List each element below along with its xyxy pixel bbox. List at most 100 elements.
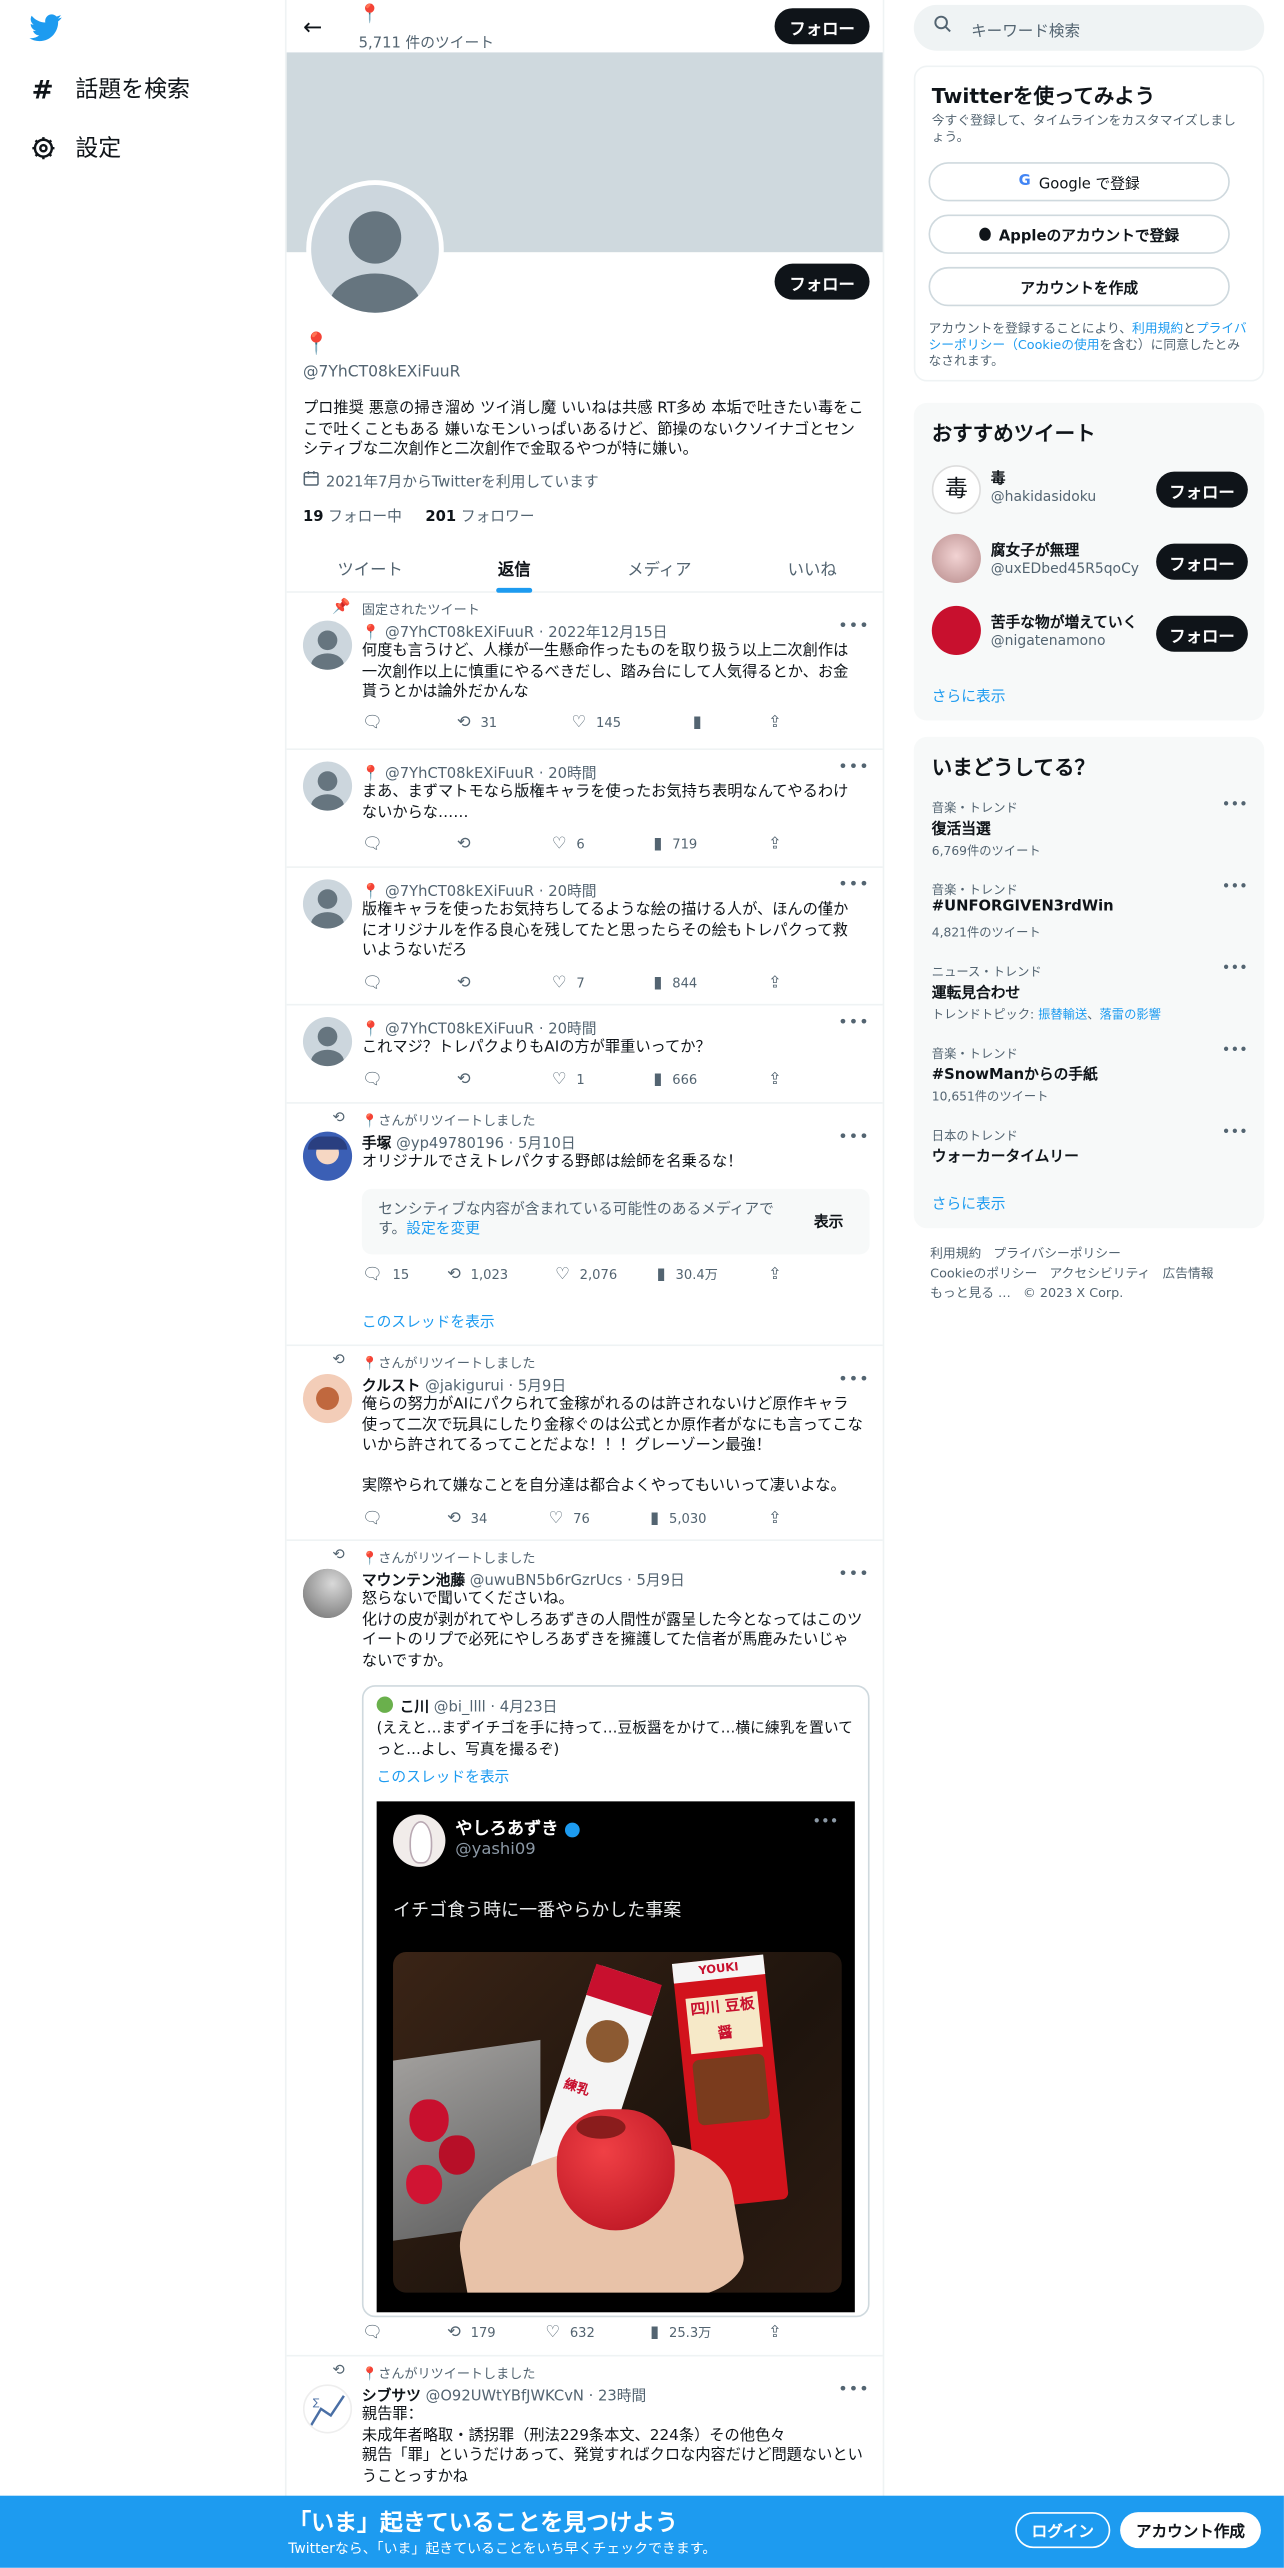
- avatar[interactable]: [302, 761, 353, 811]
- quote-thread-link[interactable]: このスレッドを表示: [377, 1765, 510, 1786]
- signup-button[interactable]: アカウント作成: [1120, 2512, 1261, 2549]
- tweet-time[interactable]: 20時間: [548, 1022, 596, 1038]
- quote-author-name[interactable]: こ川: [400, 1700, 430, 1716]
- profile-avatar[interactable]: [306, 180, 444, 318]
- avatar[interactable]: [302, 620, 353, 670]
- search-input[interactable]: キーワード検索: [971, 18, 1080, 41]
- account-handle[interactable]: @hakidasidoku: [991, 490, 1096, 506]
- follow-button[interactable]: フォロー: [1156, 471, 1248, 508]
- footer-privacy-link[interactable]: プライバシーポリシー: [993, 1246, 1120, 1261]
- cookie-link[interactable]: （Cookieの使用: [1005, 338, 1099, 353]
- like-button[interactable]: ♡ 145: [572, 714, 622, 732]
- tweet-item[interactable]: ⟲ 📍さんがリツイートしました クルスト @jakigurui · 5月9日 •…: [286, 1346, 883, 1541]
- tweet-time[interactable]: 5月10日: [518, 1136, 576, 1152]
- like-button[interactable]: ♡ 76: [549, 1510, 590, 1528]
- more-icon[interactable]: •••: [838, 2381, 869, 2399]
- header-follow-button[interactable]: フォロー: [774, 8, 870, 45]
- quote-handle[interactable]: @bi_llll: [434, 1700, 486, 1716]
- follow-button[interactable]: フォロー: [1156, 543, 1248, 580]
- profile-follow-button[interactable]: フォロー: [774, 263, 870, 300]
- like-button[interactable]: ♡ 2,076: [555, 1266, 617, 1284]
- account-name[interactable]: 毒: [991, 467, 1006, 488]
- more-icon[interactable]: •••: [838, 876, 869, 894]
- tweet-time[interactable]: 20時間: [548, 766, 596, 782]
- tweet-handle[interactable]: @yp49780196: [396, 1136, 504, 1152]
- tweet-author-name[interactable]: シブサツ: [362, 2389, 421, 2405]
- trend-topic-link[interactable]: 落雷の影響: [1100, 1007, 1161, 1022]
- retweet-button[interactable]: ⟲ 34: [447, 1510, 487, 1528]
- retweet-button[interactable]: ⟲ 1,023: [447, 1266, 508, 1284]
- trend-more-icon[interactable]: •••: [1222, 961, 1248, 977]
- tweet-time[interactable]: 20時間: [548, 884, 596, 900]
- trend-more-icon[interactable]: •••: [1222, 798, 1248, 814]
- more-icon[interactable]: •••: [838, 1371, 869, 1389]
- footer-accessibility-link[interactable]: アクセシビリティ: [1050, 1266, 1151, 1281]
- followers-link[interactable]: 201 フォロワー: [425, 509, 534, 525]
- tweet-author-name[interactable]: 📍: [362, 884, 380, 900]
- share-button[interactable]: ⇪: [768, 1510, 782, 1528]
- reply-button[interactable]: 🗨: [362, 714, 393, 732]
- avatar[interactable]: [302, 1373, 353, 1424]
- tweet-time[interactable]: 23時間: [598, 2389, 646, 2405]
- tweet-item[interactable]: 📌 固定されたツイート 📍 @7YhCT08kEXiFuuR · 2022年12…: [286, 593, 883, 751]
- quote-tweet[interactable]: こ川 @bi_llll · 4月23日 (ええと…まずイチゴを手に持って…豆板醤…: [361, 1685, 870, 2318]
- more-icon[interactable]: •••: [838, 1014, 869, 1032]
- avatar[interactable]: [302, 1131, 353, 1181]
- tweet-item[interactable]: ⟲ 📍さんがリツイートしました 手塚 @yp49780196 · 5月10日 •…: [286, 1104, 883, 1347]
- share-button[interactable]: ⇪: [768, 1071, 782, 1089]
- account-name[interactable]: 苦手な物が増えていく: [991, 611, 1138, 632]
- following-link[interactable]: 19 フォロー中: [303, 509, 402, 525]
- tab-media[interactable]: メディア: [627, 555, 691, 580]
- account-handle[interactable]: @uxEDbed45R5qoCy: [991, 562, 1139, 578]
- tweet-item[interactable]: 📍 @7YhCT08kEXiFuuR · 20時間 ••• これマジ？トレパクよ…: [286, 1005, 883, 1104]
- trend-more-icon[interactable]: •••: [1222, 1125, 1248, 1141]
- tweet-author-name[interactable]: 手塚: [362, 1136, 392, 1152]
- avatar[interactable]: [302, 1568, 353, 1618]
- tweet-handle[interactable]: @7YhCT08kEXiFuuR: [385, 884, 534, 900]
- tab-likes[interactable]: いいね: [788, 555, 837, 580]
- share-button[interactable]: ⇪: [768, 974, 782, 992]
- share-button[interactable]: ⇪: [768, 714, 782, 732]
- back-arrow-icon[interactable]: ←: [303, 15, 322, 41]
- nav-explore[interactable]: # 話題を検索: [29, 72, 190, 105]
- tweet-author-name[interactable]: マウンテン池藤: [362, 1574, 465, 1590]
- like-button[interactable]: ♡ 7: [552, 974, 585, 992]
- tweet-item[interactable]: ⟲ 📍さんがリツイートしました マウンテン池藤 @uwuBN5b6rGzrUcs…: [286, 1541, 883, 2357]
- tweet-item[interactable]: 📍 @7YhCT08kEXiFuuR · 20時間 ••• 版権キャラを使ったお…: [286, 868, 883, 1006]
- tweet-handle[interactable]: @7YhCT08kEXiFuuR: [385, 1022, 534, 1038]
- share-button[interactable]: ⇪: [768, 2324, 782, 2342]
- retweet-button[interactable]: ⟲: [457, 835, 471, 853]
- tweet-handle[interactable]: @7YhCT08kEXiFuuR: [385, 766, 534, 782]
- reply-button[interactable]: 🗨: [362, 974, 383, 992]
- account-handle[interactable]: @nigatenamono: [991, 634, 1106, 650]
- tweet-handle[interactable]: @O92UWtYBfJWKCvN: [426, 2389, 584, 2405]
- views-button[interactable]: ▮: [693, 714, 712, 732]
- show-thread-link[interactable]: このスレッドを表示: [362, 1310, 495, 1331]
- apple-signup-button[interactable]: Appleのアカウントで登録: [928, 214, 1230, 254]
- views-button[interactable]: ▮ 30.4万: [657, 1266, 718, 1284]
- reply-button[interactable]: 🗨: [362, 1510, 383, 1528]
- quote-time[interactable]: 4月23日: [500, 1700, 558, 1716]
- reply-button[interactable]: 🗨 15: [362, 1266, 409, 1284]
- views-button[interactable]: ▮ 25.3万: [650, 2324, 711, 2342]
- footer-ads-link[interactable]: 広告情報: [1162, 1266, 1213, 1281]
- more-icon[interactable]: •••: [838, 1566, 869, 1584]
- tweet-author-name[interactable]: 📍: [362, 1022, 380, 1038]
- trend-topic-link[interactable]: 振替輸送: [1038, 1007, 1087, 1022]
- reply-button[interactable]: 🗨: [362, 835, 383, 853]
- account-name[interactable]: 腐女子が無理: [991, 539, 1079, 560]
- retweet-button[interactable]: ⟲: [457, 974, 471, 992]
- reply-button[interactable]: 🗨: [362, 1071, 383, 1089]
- tweet-handle[interactable]: @jakigurui: [425, 1379, 504, 1395]
- tab-replies[interactable]: 返信: [498, 555, 531, 580]
- follow-button[interactable]: フォロー: [1156, 615, 1248, 652]
- show-media-button[interactable]: 表示: [814, 1210, 844, 1231]
- avatar[interactable]: ∑: [302, 2384, 353, 2434]
- terms-link[interactable]: 利用規約: [1132, 321, 1183, 336]
- like-button[interactable]: ♡ 6: [552, 835, 585, 853]
- retweet-button[interactable]: ⟲: [457, 1071, 471, 1089]
- views-button[interactable]: ▮ 5,030: [650, 1510, 706, 1528]
- share-button[interactable]: ⇪: [768, 835, 782, 853]
- avatar[interactable]: [302, 1016, 353, 1067]
- footer-terms-link[interactable]: 利用規約: [930, 1246, 981, 1261]
